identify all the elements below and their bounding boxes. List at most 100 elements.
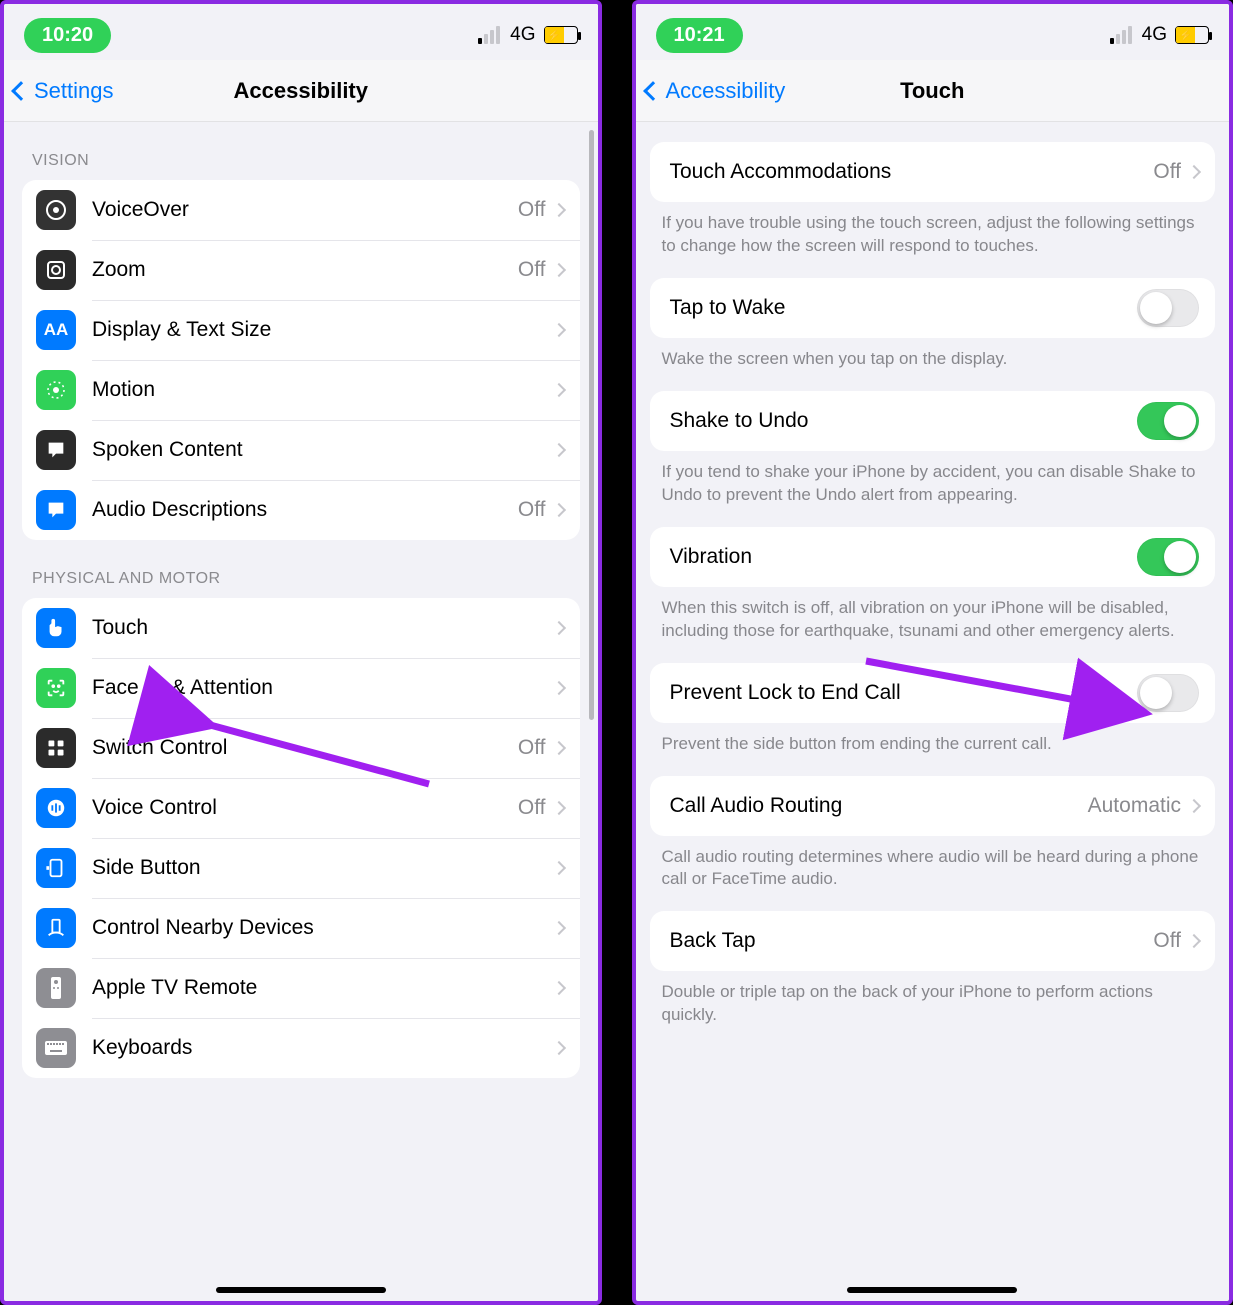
- row-label: Call Audio Routing: [670, 794, 1088, 818]
- chevron-right-icon: [551, 263, 565, 277]
- toggle-tap-to-wake[interactable]: [1137, 289, 1199, 327]
- faceid-icon: [36, 668, 76, 708]
- status-indicators: 4G ⚡: [1110, 24, 1209, 46]
- row-voice-control[interactable]: Voice Control Off: [22, 778, 580, 838]
- chevron-right-icon: [551, 323, 565, 337]
- group-shake-to-undo: Shake to Undo: [650, 391, 1216, 451]
- row-voiceover[interactable]: VoiceOver Off: [22, 180, 580, 240]
- row-label: Motion: [92, 378, 554, 402]
- audio-descriptions-icon: [36, 490, 76, 530]
- touch-icon: [36, 608, 76, 648]
- row-apple-tv-remote[interactable]: Apple TV Remote: [22, 958, 580, 1018]
- group-prevent-lock: Prevent Lock to End Call: [650, 663, 1216, 723]
- footer-shake-to-undo: If you tend to shake your iPhone by acci…: [636, 451, 1230, 527]
- group-vision: VoiceOver Off Zoom Off AA Display & Text…: [22, 180, 580, 540]
- row-switch-control[interactable]: Switch Control Off: [22, 718, 580, 778]
- row-label: Back Tap: [670, 929, 1154, 953]
- footer-call-audio: Call audio routing determines where audi…: [636, 836, 1230, 912]
- chevron-right-icon: [551, 383, 565, 397]
- row-vibration[interactable]: Vibration: [650, 527, 1216, 587]
- chevron-right-icon: [551, 503, 565, 517]
- row-label: Vibration: [670, 545, 1138, 569]
- row-spoken-content[interactable]: Spoken Content: [22, 420, 580, 480]
- row-back-tap[interactable]: Back Tap Off: [650, 911, 1216, 971]
- row-label: VoiceOver: [92, 198, 518, 222]
- remote-icon: [36, 968, 76, 1008]
- home-indicator[interactable]: [847, 1287, 1017, 1293]
- chevron-right-icon: [551, 981, 565, 995]
- status-bar: 10:21 4G ⚡: [636, 4, 1230, 60]
- section-header-vision: VISION: [4, 122, 598, 180]
- row-touch-accommodations[interactable]: Touch Accommodations Off: [650, 142, 1216, 202]
- row-faceid-attention[interactable]: Face ID & Attention: [22, 658, 580, 718]
- back-button[interactable]: Accessibility: [646, 78, 786, 104]
- row-value: Off: [518, 198, 546, 222]
- row-label: Side Button: [92, 856, 554, 880]
- chevron-right-icon: [551, 203, 565, 217]
- chevron-right-icon: [1187, 934, 1201, 948]
- nearby-devices-icon: [36, 908, 76, 948]
- row-label: Apple TV Remote: [92, 976, 554, 1000]
- row-label: Voice Control: [92, 796, 518, 820]
- row-label: Keyboards: [92, 1036, 554, 1060]
- cellular-signal-icon: [1110, 26, 1132, 44]
- chevron-right-icon: [551, 861, 565, 875]
- touch-screen: 10:21 4G ⚡ Accessibility Touch Touch Acc…: [632, 0, 1233, 1305]
- row-value: Off: [518, 498, 546, 522]
- row-label: Audio Descriptions: [92, 498, 518, 522]
- switch-control-icon: [36, 728, 76, 768]
- back-label: Accessibility: [666, 78, 786, 104]
- motion-icon: [36, 370, 76, 410]
- chevron-right-icon: [551, 1041, 565, 1055]
- row-label: Spoken Content: [92, 438, 554, 462]
- row-shake-to-undo[interactable]: Shake to Undo: [650, 391, 1216, 451]
- keyboard-icon: [36, 1028, 76, 1068]
- footer-back-tap: Double or triple tap on the back of your…: [636, 971, 1230, 1047]
- group-back-tap: Back Tap Off: [650, 911, 1216, 971]
- text-size-icon: AA: [36, 310, 76, 350]
- battery-icon: ⚡: [544, 26, 578, 44]
- row-motion[interactable]: Motion: [22, 360, 580, 420]
- row-prevent-lock[interactable]: Prevent Lock to End Call: [650, 663, 1216, 723]
- battery-icon: ⚡: [1175, 26, 1209, 44]
- chevron-right-icon: [551, 681, 565, 695]
- footer-vibration: When this switch is off, all vibration o…: [636, 587, 1230, 663]
- zoom-icon: [36, 250, 76, 290]
- group-call-audio: Call Audio Routing Automatic: [650, 776, 1216, 836]
- chevron-right-icon: [551, 801, 565, 815]
- voiceover-icon: [36, 190, 76, 230]
- chevron-right-icon: [551, 741, 565, 755]
- chevron-right-icon: [551, 443, 565, 457]
- row-touch[interactable]: Touch: [22, 598, 580, 658]
- row-label: Control Nearby Devices: [92, 916, 554, 940]
- row-control-nearby[interactable]: Control Nearby Devices: [22, 898, 580, 958]
- row-side-button[interactable]: Side Button: [22, 838, 580, 898]
- row-call-audio-routing[interactable]: Call Audio Routing Automatic: [650, 776, 1216, 836]
- row-value: Off: [518, 736, 546, 760]
- toggle-prevent-lock[interactable]: [1137, 674, 1199, 712]
- voice-control-icon: [36, 788, 76, 828]
- row-keyboards[interactable]: Keyboards: [22, 1018, 580, 1078]
- row-value: Automatic: [1088, 794, 1181, 818]
- row-label: Display & Text Size: [92, 318, 554, 342]
- status-bar: 10:20 4G ⚡: [4, 4, 598, 60]
- scroll-indicator[interactable]: [589, 130, 594, 720]
- row-audio-descriptions[interactable]: Audio Descriptions Off: [22, 480, 580, 540]
- group-physical: Touch Face ID & Attention Switch Control…: [22, 598, 580, 1078]
- row-tap-to-wake[interactable]: Tap to Wake: [650, 278, 1216, 338]
- status-time: 10:20: [24, 18, 111, 53]
- row-label: Touch Accommodations: [670, 160, 1154, 184]
- status-indicators: 4G ⚡: [478, 24, 577, 46]
- nav-bar: Settings Accessibility: [4, 60, 598, 122]
- row-display-text-size[interactable]: AA Display & Text Size: [22, 300, 580, 360]
- network-label: 4G: [510, 24, 535, 46]
- chevron-right-icon: [551, 921, 565, 935]
- network-label: 4G: [1142, 24, 1167, 46]
- section-header-physical: PHYSICAL AND MOTOR: [4, 540, 598, 598]
- toggle-vibration[interactable]: [1137, 538, 1199, 576]
- chevron-left-icon: [11, 81, 31, 101]
- row-zoom[interactable]: Zoom Off: [22, 240, 580, 300]
- back-button[interactable]: Settings: [14, 78, 114, 104]
- toggle-shake-to-undo[interactable]: [1137, 402, 1199, 440]
- home-indicator[interactable]: [216, 1287, 386, 1293]
